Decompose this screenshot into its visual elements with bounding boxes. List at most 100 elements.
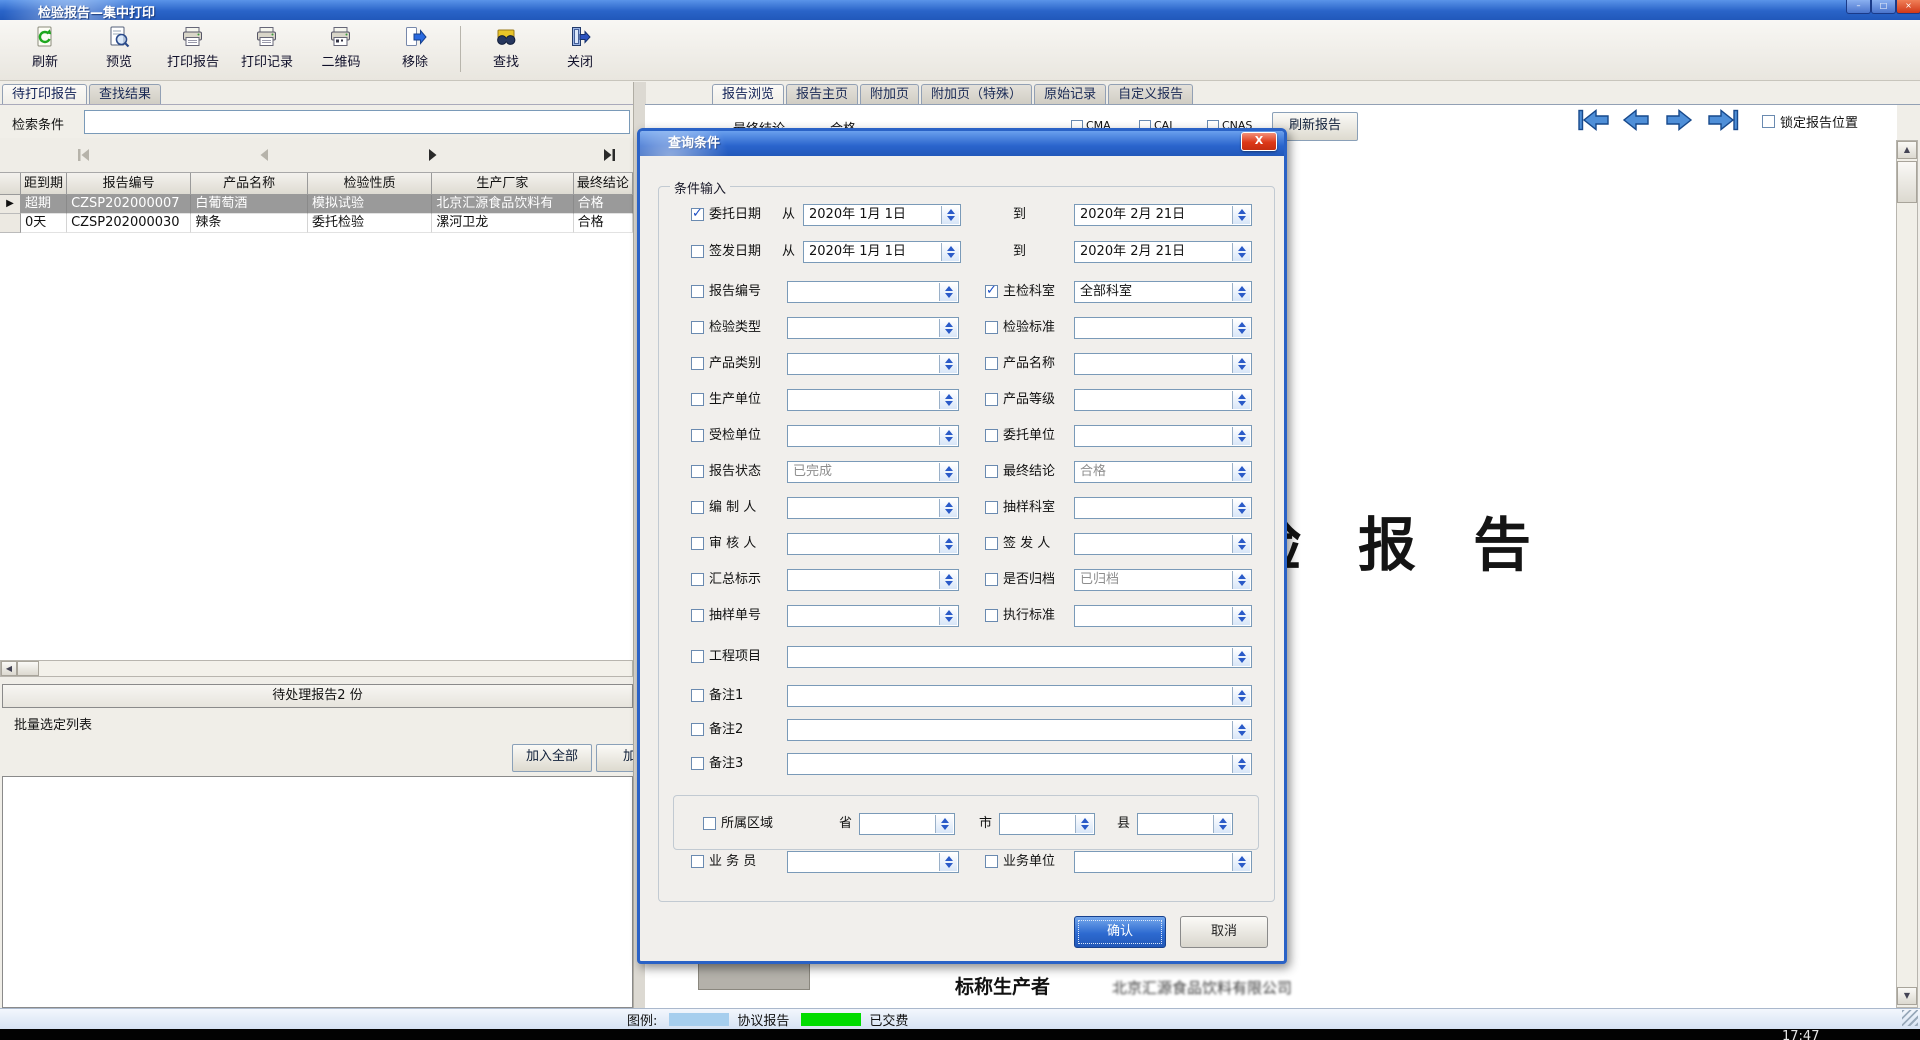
- filter-combo[interactable]: [787, 646, 1252, 668]
- filter-checkbox[interactable]: [985, 855, 998, 868]
- filter-combo[interactable]: [787, 605, 959, 627]
- filter-checkbox[interactable]: [985, 501, 998, 514]
- filter-checkbox[interactable]: [691, 537, 704, 550]
- filter-combo[interactable]: 全部科室: [1074, 281, 1252, 303]
- filter-checkbox[interactable]: [691, 321, 704, 334]
- filter-checkbox[interactable]: [691, 757, 704, 770]
- filter-combo[interactable]: [787, 497, 959, 519]
- spinner-icon[interactable]: [1232, 206, 1250, 224]
- filter-combo[interactable]: [787, 425, 959, 447]
- preview-vertical-scrollbar[interactable]: ▲ ▼: [1896, 140, 1918, 1008]
- spinner-icon[interactable]: [939, 427, 957, 445]
- filter-checkbox[interactable]: [691, 501, 704, 514]
- filter-checkbox[interactable]: [985, 321, 998, 334]
- date-filter-checkbox[interactable]: [691, 208, 704, 221]
- filter-combo[interactable]: [1074, 353, 1252, 375]
- filter-checkbox[interactable]: [691, 429, 704, 442]
- filter-combo[interactable]: 已归档: [1074, 569, 1252, 591]
- tab-自定义报告[interactable]: 自定义报告: [1108, 84, 1193, 105]
- filter-combo[interactable]: [787, 569, 959, 591]
- first-page-button[interactable]: [1577, 107, 1611, 133]
- filter-combo[interactable]: [787, 317, 959, 339]
- spinner-icon[interactable]: [1232, 283, 1250, 301]
- filter-checkbox[interactable]: [985, 537, 998, 550]
- scroll-up-button[interactable]: ▲: [1897, 141, 1917, 159]
- spinner-icon[interactable]: [1232, 607, 1250, 625]
- filter-checkbox[interactable]: [691, 689, 704, 702]
- spinner-icon[interactable]: [939, 535, 957, 553]
- last-page-button[interactable]: [1706, 107, 1740, 133]
- filter-checkbox[interactable]: [985, 429, 998, 442]
- filter-checkbox[interactable]: [691, 357, 704, 370]
- spinner-icon[interactable]: [1232, 391, 1250, 409]
- spinner-icon[interactable]: [1232, 535, 1250, 553]
- spinner-icon[interactable]: [1232, 648, 1250, 666]
- next-page-button[interactable]: [1663, 107, 1697, 133]
- resize-grip[interactable]: [1902, 1010, 1918, 1026]
- tab-附加页（特殊）[interactable]: 附加页（特殊）: [921, 84, 1032, 105]
- spinner-icon[interactable]: [939, 607, 957, 625]
- filter-checkbox[interactable]: [691, 573, 704, 586]
- filter-combo[interactable]: 已完成: [787, 461, 959, 483]
- filter-combo[interactable]: [787, 281, 959, 303]
- spinner-icon[interactable]: [941, 206, 959, 224]
- filter-combo[interactable]: [1074, 497, 1252, 519]
- scroll-down-button[interactable]: ▼: [1897, 987, 1917, 1005]
- filter-combo[interactable]: [1074, 317, 1252, 339]
- spinner-icon[interactable]: [939, 463, 957, 481]
- spinner-icon[interactable]: [1232, 499, 1250, 517]
- confirm-button[interactable]: 确认: [1074, 916, 1166, 948]
- filter-checkbox[interactable]: [985, 573, 998, 586]
- filter-combo[interactable]: [787, 353, 959, 375]
- spinner-icon[interactable]: [1232, 427, 1250, 445]
- date-filter-checkbox[interactable]: [691, 245, 704, 258]
- filter-checkbox[interactable]: [691, 855, 704, 868]
- filter-combo[interactable]: [787, 851, 959, 873]
- filter-checkbox[interactable]: [691, 609, 704, 622]
- spinner-icon[interactable]: [1232, 463, 1250, 481]
- spinner-icon[interactable]: [1232, 319, 1250, 337]
- filter-checkbox[interactable]: [691, 650, 704, 663]
- filter-checkbox[interactable]: [985, 285, 998, 298]
- filter-combo[interactable]: [1074, 425, 1252, 447]
- filter-checkbox[interactable]: [691, 465, 704, 478]
- spinner-icon[interactable]: [939, 571, 957, 589]
- filter-combo[interactable]: [787, 753, 1252, 775]
- tab-原始记录[interactable]: 原始记录: [1034, 84, 1106, 105]
- spinner-icon[interactable]: [1232, 853, 1250, 871]
- date-to-field[interactable]: 2020年 2月 21日: [1074, 241, 1252, 263]
- filter-combo[interactable]: 合格: [1074, 461, 1252, 483]
- spinner-icon[interactable]: [1232, 687, 1250, 705]
- scrollbar-thumb[interactable]: [1897, 161, 1917, 203]
- filter-combo[interactable]: [1074, 533, 1252, 555]
- filter-combo[interactable]: [1074, 605, 1252, 627]
- filter-checkbox[interactable]: [691, 723, 704, 736]
- spinner-icon[interactable]: [1232, 355, 1250, 373]
- filter-checkbox[interactable]: [691, 285, 704, 298]
- tab-报告浏览[interactable]: 报告浏览: [712, 84, 784, 105]
- prev-page-button[interactable]: [1618, 107, 1652, 133]
- spinner-icon[interactable]: [1232, 571, 1250, 589]
- cancel-button[interactable]: 取消: [1180, 916, 1268, 948]
- date-to-field[interactable]: 2020年 2月 21日: [1074, 204, 1252, 226]
- filter-checkbox[interactable]: [985, 465, 998, 478]
- filter-combo[interactable]: [787, 719, 1252, 741]
- filter-checkbox[interactable]: [691, 393, 704, 406]
- spinner-icon[interactable]: [939, 391, 957, 409]
- spinner-icon[interactable]: [939, 853, 957, 871]
- filter-checkbox[interactable]: [985, 357, 998, 370]
- tab-附加页[interactable]: 附加页: [860, 84, 919, 105]
- filter-checkbox[interactable]: [985, 393, 998, 406]
- date-from-field[interactable]: 2020年 1月 1日: [803, 241, 961, 263]
- filter-checkbox[interactable]: [985, 609, 998, 622]
- filter-combo[interactable]: [1074, 389, 1252, 411]
- spinner-icon[interactable]: [939, 355, 957, 373]
- spinner-icon[interactable]: [939, 319, 957, 337]
- spinner-icon[interactable]: [939, 499, 957, 517]
- dialog-close-button[interactable]: X: [1241, 132, 1277, 151]
- tab-报告主页[interactable]: 报告主页: [786, 84, 858, 105]
- lock-checkbox[interactable]: [1762, 115, 1775, 128]
- filter-combo[interactable]: [787, 533, 959, 555]
- date-from-field[interactable]: 2020年 1月 1日: [803, 204, 961, 226]
- spinner-icon[interactable]: [1232, 243, 1250, 261]
